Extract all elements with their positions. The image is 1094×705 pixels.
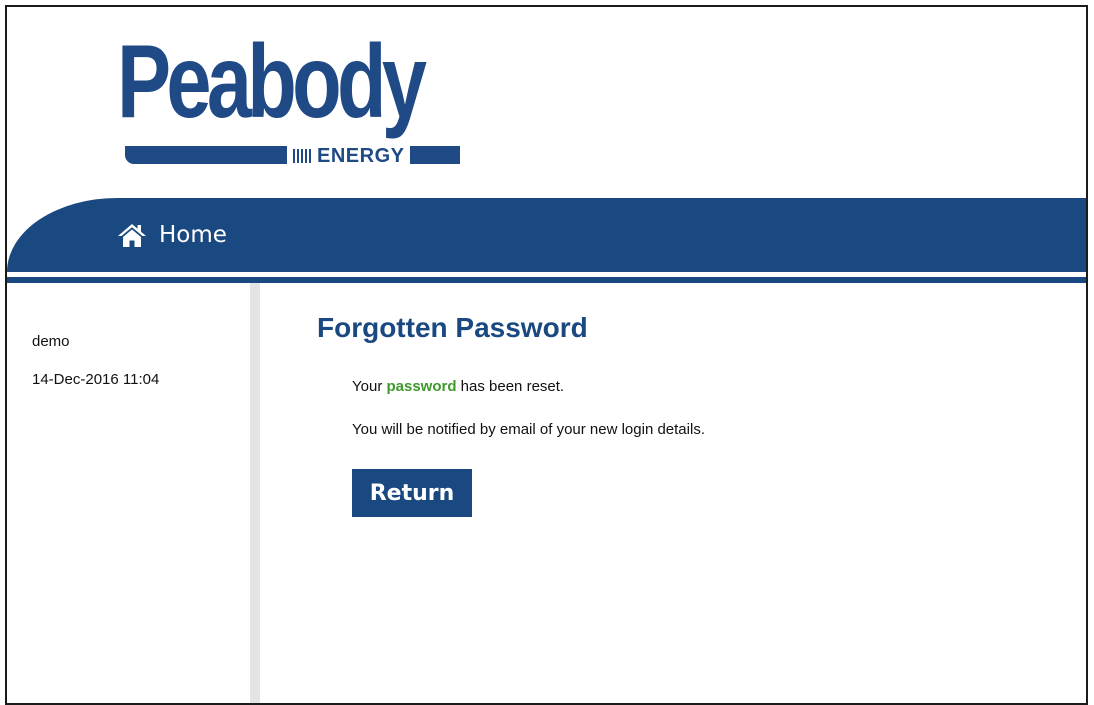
top-nav-bar: Home bbox=[7, 198, 1086, 272]
page-title: Forgotten Password bbox=[317, 312, 588, 343]
password-highlight: password bbox=[386, 378, 457, 395]
main-content: Forgotten Password Your password has bee… bbox=[260, 283, 1086, 703]
return-button[interactable]: Return bbox=[352, 469, 472, 517]
peabody-energy-logo: Peabody ENERGY bbox=[117, 30, 477, 177]
logo-subtitle-text: ENERGY bbox=[317, 144, 405, 167]
logo-wordmark: Peabody bbox=[117, 24, 427, 140]
sidebar: demo 14-Dec-2016 11:04 bbox=[7, 283, 250, 703]
message-prefix: Your bbox=[352, 378, 387, 395]
nav-home-link[interactable]: Home bbox=[117, 222, 227, 248]
reset-confirmation-message: Your password has been reset. bbox=[352, 378, 564, 395]
email-notice-message: You will be notified by email of your ne… bbox=[352, 421, 705, 438]
logo-stripes-mark bbox=[293, 148, 313, 163]
nav-home-label: Home bbox=[159, 222, 227, 248]
home-icon bbox=[117, 222, 147, 248]
page-frame: Peabody ENERGY Home demo 14-Dec-2016 11:… bbox=[5, 5, 1088, 705]
username-label: demo bbox=[32, 333, 70, 350]
sidebar-divider bbox=[250, 283, 260, 703]
message-suffix: has been reset. bbox=[456, 378, 565, 395]
login-datetime: 14-Dec-2016 11:04 bbox=[32, 371, 160, 388]
logo-subtitle: ENERGY bbox=[287, 144, 411, 167]
